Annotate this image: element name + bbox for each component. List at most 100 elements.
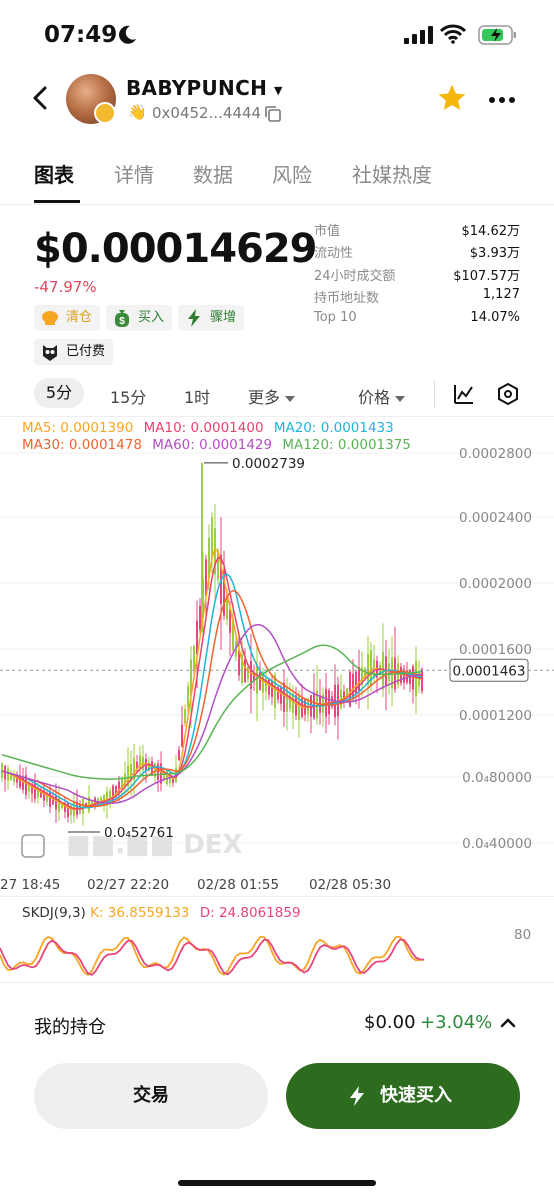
tab-details[interactable]: 详情: [114, 159, 154, 188]
skdj-legend: SKDJ(9,3) K: 36.8559133 D: 24.8061859: [22, 905, 301, 921]
price-type-select[interactable]: 价格: [358, 384, 406, 408]
candle-body: [367, 654, 369, 686]
tab-social[interactable]: 社媒热度: [352, 159, 432, 188]
y-tick-label: 0.0001200: [459, 708, 532, 724]
candle-body: [67, 801, 69, 817]
svg-text:$: $: [119, 316, 125, 327]
candle-body: [211, 517, 213, 558]
wave-hand-icon: 👋: [128, 103, 147, 121]
settings-hexagon-icon[interactable]: [496, 382, 520, 406]
candle-body: [199, 605, 201, 630]
skdj-d: D: 24.8061859: [199, 905, 301, 921]
tag-clear-label: 清仓: [66, 310, 93, 325]
candle-body: [58, 796, 60, 812]
position-change: +3.04%: [420, 1012, 493, 1033]
stat-holders: 持币地址数 1,127: [314, 287, 520, 307]
candle-body: [7, 768, 9, 781]
interval-5m[interactable]: 5分: [34, 378, 84, 408]
caret-down-icon[interactable]: ▼: [274, 84, 282, 97]
token-name[interactable]: BABYPUNCH: [126, 76, 267, 100]
copy-icon[interactable]: [264, 105, 282, 123]
candlestick-chart[interactable]: 0.0002800 0.0002400 0.0002000 0.0001600 0.00…: [0, 417, 554, 897]
skdj-panel: SKDJ(9,3) K: 36.8559133 D: 24.8061859 80: [0, 896, 554, 986]
current-price-label: 0.0001463: [452, 663, 525, 679]
position-value: $0.00: [364, 1012, 416, 1033]
interval-15m[interactable]: 15分: [110, 384, 146, 408]
ma-legend: MA5: 0.0001390 MA10: 0.0001400 MA20: 0.0…: [22, 420, 442, 454]
owl-icon: [43, 345, 57, 361]
price-chart[interactable]: 0.0002800 0.0002400 0.0002000 0.0001600 0.00…: [0, 416, 554, 896]
home-indicator: [178, 1180, 376, 1186]
position-panel: 我的持仓 $0.00 +3.04% 交易 快速买入: [0, 982, 554, 1200]
tag-clear[interactable]: 清仓: [34, 305, 101, 331]
candle-body: [181, 724, 183, 747]
tab-data[interactable]: 数据: [193, 159, 233, 188]
back-icon[interactable]: [30, 84, 50, 112]
interval-1h[interactable]: 1时: [184, 384, 210, 408]
contract-address: 0x0452...4444: [152, 104, 262, 122]
bnb-chain-icon: [94, 102, 116, 124]
ma60-label: MA60: 0.0001429: [152, 437, 273, 453]
divider: [434, 380, 435, 408]
candle-body: [280, 686, 282, 704]
candle-body: [187, 686, 189, 708]
candle-body: [244, 659, 246, 683]
x-tick-label: 02/27 22:20: [87, 877, 169, 893]
lightning-icon: [188, 309, 200, 327]
tag-surge-label: 骤增: [210, 310, 237, 325]
chevron-up-icon[interactable]: [500, 1017, 516, 1029]
tab-risk[interactable]: 风险: [272, 159, 312, 188]
tag-buy[interactable]: $ 买入: [106, 305, 173, 331]
signal-icon: [404, 26, 433, 44]
status-bar: 07:49: [0, 0, 554, 70]
star-icon[interactable]: [436, 82, 468, 114]
trade-button[interactable]: 交易: [34, 1063, 268, 1129]
tab-bar: 图表 详情 数据 风险 社媒热度: [0, 155, 554, 205]
wifi-icon: [440, 24, 466, 44]
candle-body: [292, 693, 294, 713]
quick-buy-button[interactable]: 快速买入: [286, 1063, 520, 1129]
y-tick-label: 0.0₄80000: [462, 770, 532, 786]
token-stats: 市值 $14.62万 流动性 $3.93万 24小时成交额 $107.57万 持币地址…: [314, 220, 520, 332]
indicator-icon[interactable]: [452, 382, 476, 406]
tab-chart[interactable]: 图表: [34, 159, 74, 188]
battery-icon: [478, 25, 516, 45]
ma5-label: MA5: 0.0001390: [22, 420, 134, 436]
stat-market-cap: 市值 $14.62万: [314, 224, 520, 239]
x-tick-label: 27 18:45: [0, 877, 60, 893]
lightning-icon: [350, 1086, 364, 1106]
tag-paid-label: 已付费: [66, 344, 106, 359]
skdj-level-label: 80: [514, 927, 532, 943]
candle-body: [250, 660, 252, 689]
candle-body: [184, 709, 186, 724]
tag-buy-label: 买入: [138, 310, 165, 325]
tag-surge[interactable]: 骤增: [178, 305, 245, 331]
moon-icon: [119, 25, 136, 44]
candle-body: [166, 769, 168, 784]
more-icon[interactable]: [488, 96, 516, 104]
interval-bar: 5分 15分 1时 更多 价格: [0, 378, 554, 412]
ma30-label: MA30: 0.0001478: [22, 437, 142, 453]
y-tick-label: 0.0002400: [459, 510, 532, 526]
tag-paid[interactable]: 已付费: [34, 339, 114, 365]
ma120-label: MA120: 0.0001375: [282, 437, 411, 453]
skdj-k-line: [0, 936, 425, 976]
skdj-k: K: 36.8559133: [90, 905, 190, 921]
ma10-label: MA10: 0.0001400: [143, 420, 264, 436]
token-header: BABYPUNCH ▼ 👋 0x0452...4444: [0, 70, 554, 130]
fullscreen-icon: [21, 834, 45, 858]
candle-body: [262, 673, 264, 693]
candle-body: [49, 791, 51, 807]
candle-body: [283, 682, 285, 712]
skdj-name: SKDJ(9,3): [22, 905, 86, 921]
stat-liquidity: 流动性 $3.93万: [314, 246, 520, 262]
candle-body: [55, 795, 57, 810]
money-bag-icon: $: [115, 310, 129, 327]
candle-body: [352, 673, 354, 698]
y-tick-label: 0.0₄40000: [462, 836, 532, 852]
x-tick-label: 02/28 05:30: [309, 877, 391, 893]
x-tick-label: 02/28 01:55: [197, 877, 279, 893]
interval-more[interactable]: 更多: [248, 384, 296, 408]
quick-buy-label: 快速买入: [380, 1085, 452, 1106]
y-tick-label: 0.0002800: [459, 446, 532, 462]
